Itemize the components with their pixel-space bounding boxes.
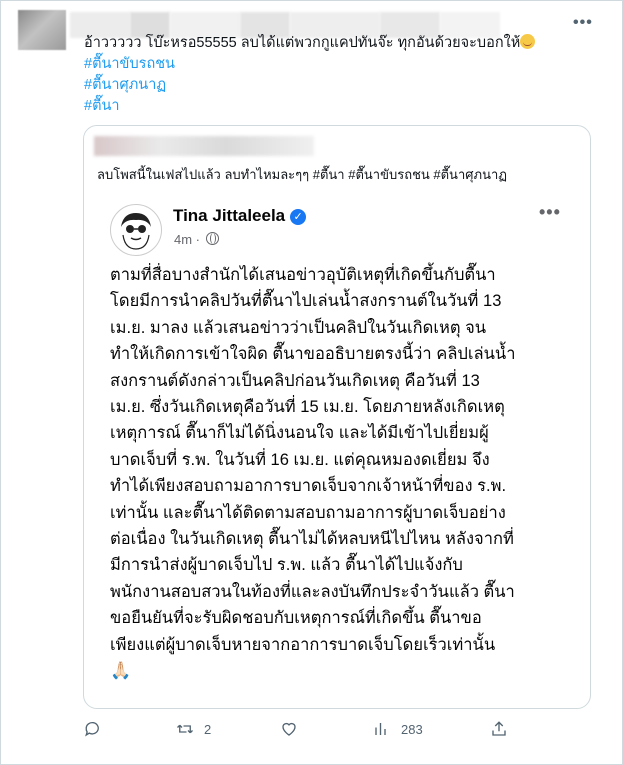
quoted-author-blurred bbox=[94, 136, 314, 156]
globe-icon bbox=[205, 232, 219, 245]
post-body-line: พนักงานสอบสวนในท้องที่และลงบันทึกประจำวั… bbox=[110, 582, 515, 601]
smirk-emoji-icon bbox=[520, 34, 536, 49]
post-body: ตามที่สื่อบางสำนักได้เสนอข่าวอุบัติเหตุท… bbox=[110, 262, 566, 685]
post-body-line: เท่านั้น และตื๊นาได้ติดตามสอบถามอาการผู้… bbox=[110, 503, 506, 522]
post-body-line: บาดเจ็บที่ ร.พ. ในวันที่ 16 เม.ย. แต่คุณ… bbox=[110, 450, 490, 469]
share-icon bbox=[492, 721, 506, 736]
post-body-line: ต่อเนื่อง ในวันเกิดเหตุ ตื๊นาไม่ได้หลบหน… bbox=[110, 530, 514, 549]
post-body-line: เม.ย. ซึ่งวันเกิดเหตุคือวันที่ 15 เม.ย. … bbox=[110, 398, 505, 417]
praying-hands-icon: 🙏🏻 bbox=[110, 661, 132, 681]
like-button[interactable] bbox=[280, 720, 308, 738]
reply-icon bbox=[85, 721, 99, 737]
more-options-icon[interactable]: ••• bbox=[573, 14, 593, 32]
post-body-line: สงกรานต์ดังกล่าวเป็นคลิปก่อนวันเกิดเหตุ … bbox=[110, 371, 480, 390]
post-body-line: ทำให้เกิดการเข้าใจผิด ตื๊นาขออธิบายตรงนี… bbox=[110, 345, 516, 364]
reply-button[interactable] bbox=[84, 720, 112, 738]
retweet-icon bbox=[177, 724, 193, 734]
post-body-line: ทำได้เพียงสอบถามอาการบาดเจ็บจากเจ้าหน้าท… bbox=[110, 477, 507, 496]
post-body-line: ขอยืนยันที่จะรับผิดชอบกับเหตุการณ์ที่เกิ… bbox=[110, 609, 482, 628]
retweet-button[interactable]: 2 bbox=[176, 720, 211, 738]
quoted-caption: ลบโพสนี้ในเฟสไปแล้ว ลบทำไหมละๆๆ #ตื๊นา #… bbox=[97, 167, 507, 182]
quoted-tweet[interactable]: ลบโพสนี้ในเฟสไปแล้ว ลบทำไหมละๆๆ #ตื๊นา #… bbox=[83, 125, 591, 709]
views-icon bbox=[375, 723, 386, 735]
post-body-line: เพียงแต่ผู้บาดเจ็บหายจากอาการบาดเจ็บโดยเ… bbox=[110, 635, 496, 654]
post-body-line: เหตุการณ์ ตื๊นาก็ไม่ได้นิ่งนอนใจ และได้ม… bbox=[110, 424, 489, 443]
heart-icon bbox=[282, 722, 296, 736]
share-button[interactable] bbox=[490, 720, 518, 738]
verified-badge-icon: ✓ bbox=[290, 209, 307, 225]
hashtag-link[interactable]: #ตื๊นา bbox=[84, 96, 604, 117]
hashtag-link[interactable]: #ตื๊นาศุภนาฏ bbox=[84, 75, 604, 96]
tweet-text-line: อ้าววววว โบ๊ะหรอ55555 ลบได้แต่พวกกูแคปทั… bbox=[84, 33, 604, 54]
hashtag-link[interactable]: #ตื๊นาขับรถชน bbox=[84, 54, 604, 75]
post-body-line: เม.ย. มาลง แล้วเสนอข่าวว่าเป็นคลิปในวันเ… bbox=[110, 318, 487, 337]
author-avatar bbox=[110, 204, 162, 256]
tweet-actions: 2 283 bbox=[0, 715, 623, 745]
user-avatar-blurred[interactable] bbox=[18, 10, 66, 50]
post-time: 4m · bbox=[174, 232, 219, 247]
tweet-text: อ้าววววว โบ๊ะหรอ55555 ลบได้แต่พวกกูแคปทั… bbox=[84, 33, 604, 117]
post-body-line: ตามที่สื่อบางสำนักได้เสนอข่าวอุบัติเหตุท… bbox=[110, 266, 496, 284]
post-more-icon: ••• bbox=[539, 202, 561, 222]
views-button[interactable]: 283 bbox=[373, 720, 423, 738]
post-body-line: มีการนำส่งผู้บาดเจ็บไป ร.พ. แล้ว ตื๊นาได… bbox=[110, 556, 463, 575]
post-body-line: โดยมีการนำคลิปวันที่ตื๊นาไปเล่นน้ำสงกราน… bbox=[110, 292, 502, 311]
author-name: Tina Jittaleela ✓ bbox=[173, 206, 307, 226]
